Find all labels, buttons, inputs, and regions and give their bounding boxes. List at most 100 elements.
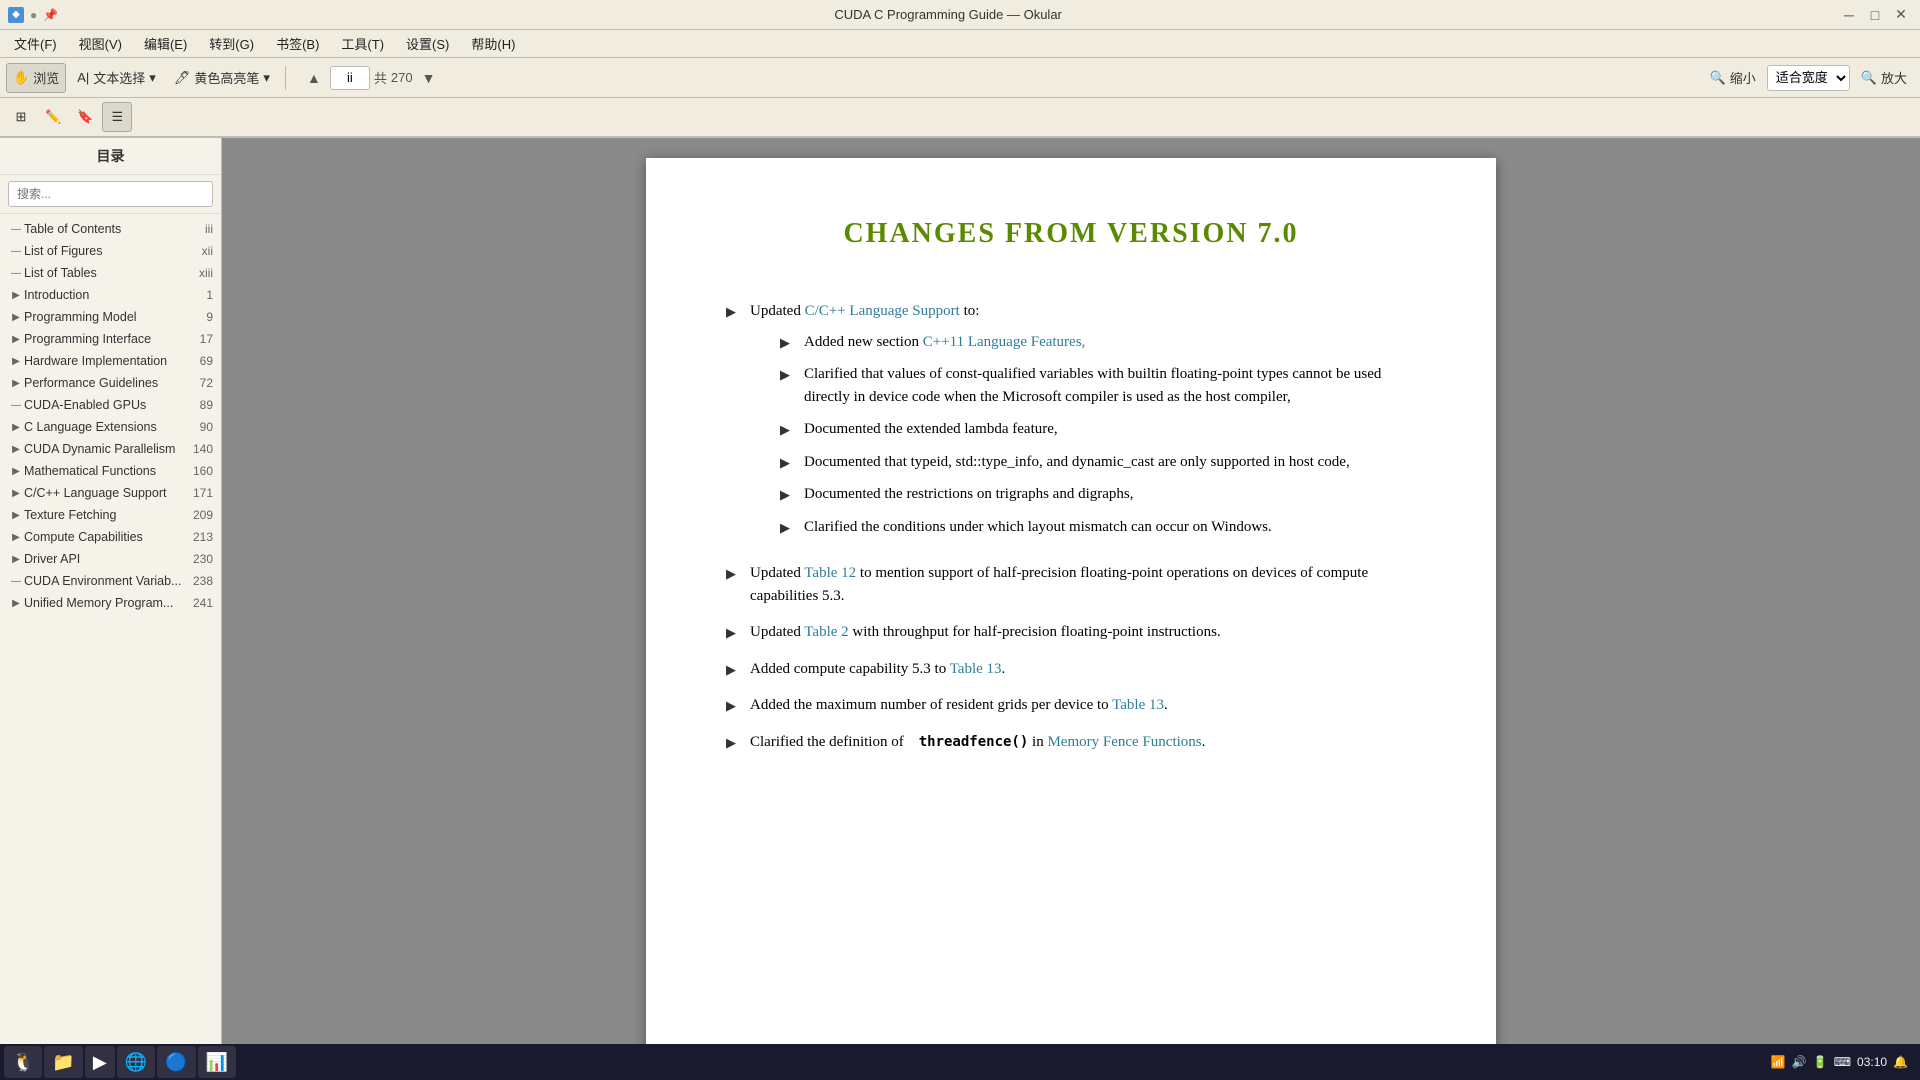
toc-item-list-of-tables[interactable]: — List of Tables xiii xyxy=(0,262,221,284)
toolbar: ✋ 浏览 A| 文本选择 ▾ 🖊 黄色高亮笔 ▾ ▲ 共 270 ▼ 🔍 缩小 … xyxy=(0,58,1920,98)
taskbar: 🐧 📁 ▶ 🌐 🔵 📊 📶 🔊 🔋 ⌨ 03:10 🔔 xyxy=(0,1044,1920,1080)
page-number-input[interactable] xyxy=(330,66,370,90)
bullet-arrow-4: ▶ xyxy=(726,660,736,681)
expand-icon: ▶ xyxy=(8,331,24,347)
toc-item-cuda-env-variables[interactable]: — CUDA Environment Variab... 238 xyxy=(0,570,221,592)
terminal-icon: ▶ xyxy=(93,1052,107,1073)
files-icon: 📁 xyxy=(52,1052,74,1073)
toc-item-unified-memory[interactable]: ▶ Unified Memory Program... 241 xyxy=(0,592,221,614)
browse-mode-button[interactable]: ✋ 浏览 xyxy=(6,63,66,93)
link-table-12[interactable]: Table 12 xyxy=(804,565,856,581)
menu-edit[interactable]: 编辑(E) xyxy=(134,31,197,56)
toc-item-mathematical-functions[interactable]: ▶ Mathematical Functions 160 xyxy=(0,460,221,482)
toc-item-driver-api[interactable]: ▶ Driver API 230 xyxy=(0,548,221,570)
menu-view[interactable]: 视图(V) xyxy=(69,31,132,56)
sub-bullet-cpp11: ▶ Added new section C++11 Language Featu… xyxy=(780,331,1416,354)
hand-icon: ✋ xyxy=(13,70,29,86)
zoom-out-button[interactable]: 🔍 缩小 xyxy=(1703,63,1763,93)
text-cursor-icon: A| xyxy=(77,70,89,85)
page-navigation: ▲ 共 270 ▼ xyxy=(302,66,441,90)
view-annotations-button[interactable]: ✏️ xyxy=(38,102,68,132)
sidebar-search-area xyxy=(0,175,221,214)
next-page-button[interactable]: ▼ xyxy=(417,66,441,90)
sub-bullet-content-2: Clarified that values of const-qualified… xyxy=(804,363,1416,408)
toc-view-icon: ☰ xyxy=(112,109,124,125)
toc-item-table-of-contents[interactable]: — Table of Contents iii xyxy=(0,218,221,240)
expand-icon: ▶ xyxy=(8,419,24,435)
text-select-button[interactable]: A| 文本选择 ▾ xyxy=(70,63,163,93)
page-total: 270 xyxy=(391,70,413,85)
toc-item-compute-capabilities[interactable]: ▶ Compute Capabilities 213 xyxy=(0,526,221,548)
menu-bookmarks[interactable]: 书签(B) xyxy=(266,31,329,56)
zoom-in-icon: 🔍 xyxy=(1861,70,1877,86)
bullet-item-compute-cap: ▶ Added compute capability 5.3 to Table … xyxy=(726,658,1416,681)
view-thumbnails-button[interactable]: ⊞ xyxy=(6,102,36,132)
link-table-13-b[interactable]: Table 13 xyxy=(1112,697,1164,713)
expand-icon: ▶ xyxy=(8,309,24,325)
taskbar-terminal-button[interactable]: ▶ xyxy=(85,1046,115,1078)
view-toc-button[interactable]: ☰ xyxy=(102,102,132,132)
zoom-select[interactable]: 适合宽度 适合页面 100% xyxy=(1767,65,1850,91)
toc-item-hardware-implementation[interactable]: ▶ Hardware Implementation 69 xyxy=(0,350,221,372)
pin-icon: 📌 xyxy=(43,8,58,22)
expand-icon: ▶ xyxy=(8,485,24,501)
menu-settings[interactable]: 设置(S) xyxy=(396,31,459,56)
toc-item-programming-model[interactable]: ▶ Programming Model 9 xyxy=(0,306,221,328)
battery-icon: 🔋 xyxy=(1813,1055,1828,1069)
thumbnails-icon: ⊞ xyxy=(16,109,27,125)
toc-item-list-of-figures[interactable]: — List of Figures xii xyxy=(0,240,221,262)
taskbar-files-button[interactable]: 📁 xyxy=(44,1046,82,1078)
app-icon: ◆ xyxy=(8,7,24,23)
dropdown-arrow-icon: ▾ xyxy=(149,70,156,86)
bullet-1-text-before: Updated xyxy=(750,303,805,319)
toc-item-programming-interface[interactable]: ▶ Programming Interface 17 xyxy=(0,328,221,350)
toc-item-c-language-extensions[interactable]: ▶ C Language Extensions 90 xyxy=(0,416,221,438)
minimize-button[interactable]: ─ xyxy=(1838,4,1860,26)
sound-icon: 🔊 xyxy=(1792,1055,1807,1069)
toolbar-separator xyxy=(285,66,286,90)
taskbar-start-button[interactable]: 🐧 xyxy=(4,1046,42,1078)
sub-bullet-layout-mismatch: ▶ Clarified the conditions under which l… xyxy=(780,516,1416,539)
toc-item-introduction[interactable]: ▶ Introduction 1 xyxy=(0,284,221,306)
document-page: CHANGES FROM VERSION 7.0 ▶ Updated C/C++… xyxy=(646,158,1496,1080)
link-memory-fence-functions[interactable]: Memory Fence Functions xyxy=(1047,734,1201,750)
link-table-13-a[interactable]: Table 13 xyxy=(950,661,1002,677)
toc-item-performance-guidelines[interactable]: ▶ Performance Guidelines 72 xyxy=(0,372,221,394)
title-bar: ◆ ● 📌 CUDA C Programming Guide — Okular … xyxy=(0,0,1920,30)
bullet-content-1: Updated C/C++ Language Support to: ▶ Add… xyxy=(750,300,1416,548)
taskbar-app5-button[interactable]: 📊 xyxy=(198,1046,236,1078)
menu-goto[interactable]: 转到(G) xyxy=(199,31,264,56)
link-table-2[interactable]: Table 2 xyxy=(804,624,848,640)
minimize-icon: ● xyxy=(30,8,37,22)
sub-bullet-content-6: Clarified the conditions under which lay… xyxy=(804,516,1272,539)
bullet-content-4: Added compute capability 5.3 to Table 13… xyxy=(750,658,1416,681)
zoom-in-button[interactable]: 🔍 放大 xyxy=(1854,63,1914,93)
toc-item-cpp-language-support[interactable]: ▶ C/C++ Language Support 171 xyxy=(0,482,221,504)
code-threadfence: threadfence() xyxy=(919,734,1029,750)
sub-bullet-content-4: Documented that typeid, std::type_info, … xyxy=(804,451,1350,474)
clock: 03:10 xyxy=(1857,1055,1887,1069)
menu-help[interactable]: 帮助(H) xyxy=(461,31,525,56)
toc-item-cuda-enabled-gpus[interactable]: — CUDA-Enabled GPUs 89 xyxy=(0,394,221,416)
search-input[interactable] xyxy=(8,181,213,207)
menu-tools[interactable]: 工具(T) xyxy=(331,31,394,56)
highlight-button[interactable]: 🖊 黄色高亮笔 ▾ xyxy=(167,63,277,93)
highlight-icon: 🖊 xyxy=(174,70,191,86)
link-cpp-language-support[interactable]: C/C++ Language Support xyxy=(805,303,960,319)
bullet-arrow-6: ▶ xyxy=(726,733,736,754)
restore-button[interactable]: □ xyxy=(1864,4,1886,26)
taskbar-app4-button[interactable]: 🔵 xyxy=(157,1046,195,1078)
taskbar-browser-button[interactable]: 🌐 xyxy=(117,1046,155,1078)
link-cpp11-features[interactable]: C++11 Language Features, xyxy=(923,334,1086,350)
document-area: CHANGES FROM VERSION 7.0 ▶ Updated C/C++… xyxy=(222,138,1920,1080)
toc-item-cuda-dynamic-parallelism[interactable]: ▶ CUDA Dynamic Parallelism 140 xyxy=(0,438,221,460)
menu-file[interactable]: 文件(F) xyxy=(4,31,67,56)
view-bookmarks-button[interactable]: 🔖 xyxy=(70,102,100,132)
window-title: CUDA C Programming Guide — Okular xyxy=(58,7,1838,22)
close-button[interactable]: ✕ xyxy=(1890,4,1912,26)
bullet-1-text-after: to: xyxy=(960,303,980,319)
toc-item-texture-fetching[interactable]: ▶ Texture Fetching 209 xyxy=(0,504,221,526)
bullet-content-2: Updated Table 12 to mention support of h… xyxy=(750,562,1416,607)
bullet-item-table2: ▶ Updated Table 2 with throughput for ha… xyxy=(726,621,1416,644)
prev-page-button[interactable]: ▲ xyxy=(302,66,326,90)
